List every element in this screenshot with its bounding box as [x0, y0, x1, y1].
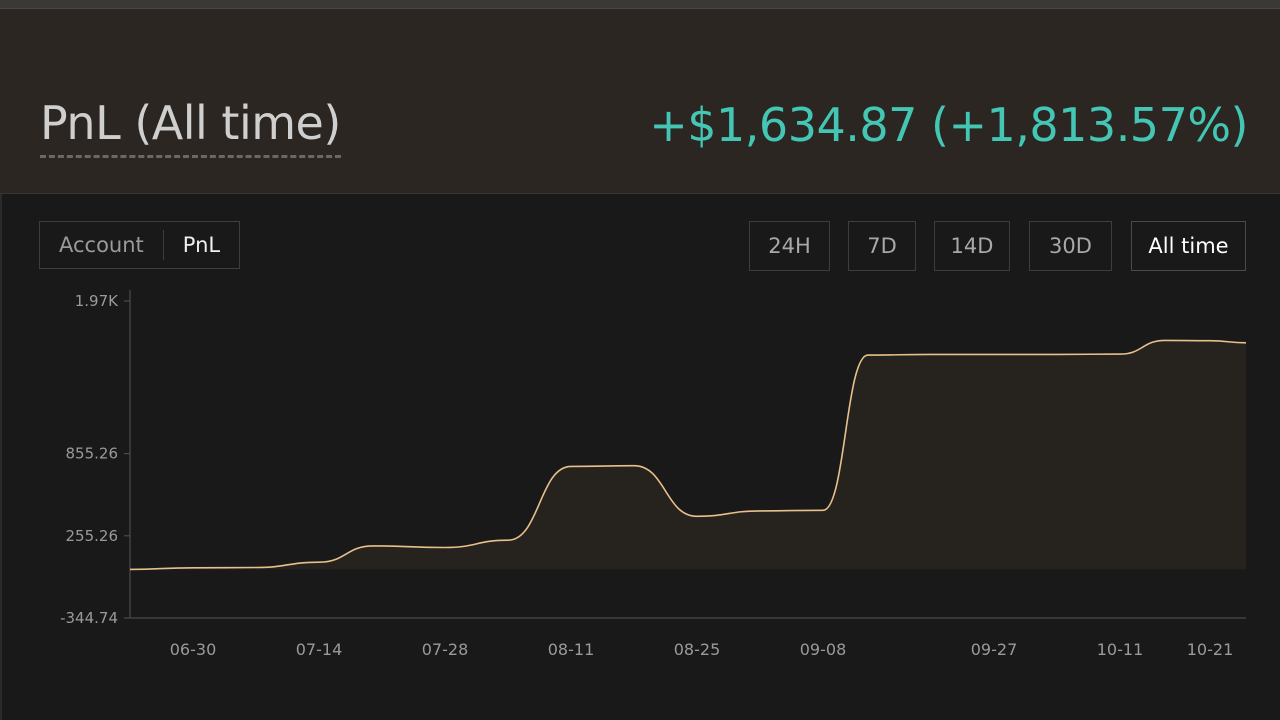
x-tick-label: 08-11	[548, 640, 595, 659]
x-tick-label: 09-08	[800, 640, 847, 659]
x-tick-label: 08-25	[674, 640, 721, 659]
y-tick-label: 855.26	[66, 445, 119, 463]
y-tick-label: 1.97K	[75, 292, 119, 310]
x-tick-label: 06-30	[170, 640, 217, 659]
pnl-chart: 1.97K 855.26 255.26 -344.74 06-30 07-14 07-28 0…	[60, 290, 1247, 659]
x-tick-label: 10-11	[1097, 640, 1144, 659]
x-tick-label: 07-14	[296, 640, 343, 659]
y-tick-label: 255.26	[66, 527, 119, 545]
x-tick-label: 09-27	[971, 640, 1018, 659]
x-tick-label: 10-21	[1187, 640, 1234, 659]
y-tick-label: -344.74	[60, 609, 118, 627]
x-tick-label: 07-28	[422, 640, 469, 659]
pnl-area-fill	[130, 340, 1246, 570]
